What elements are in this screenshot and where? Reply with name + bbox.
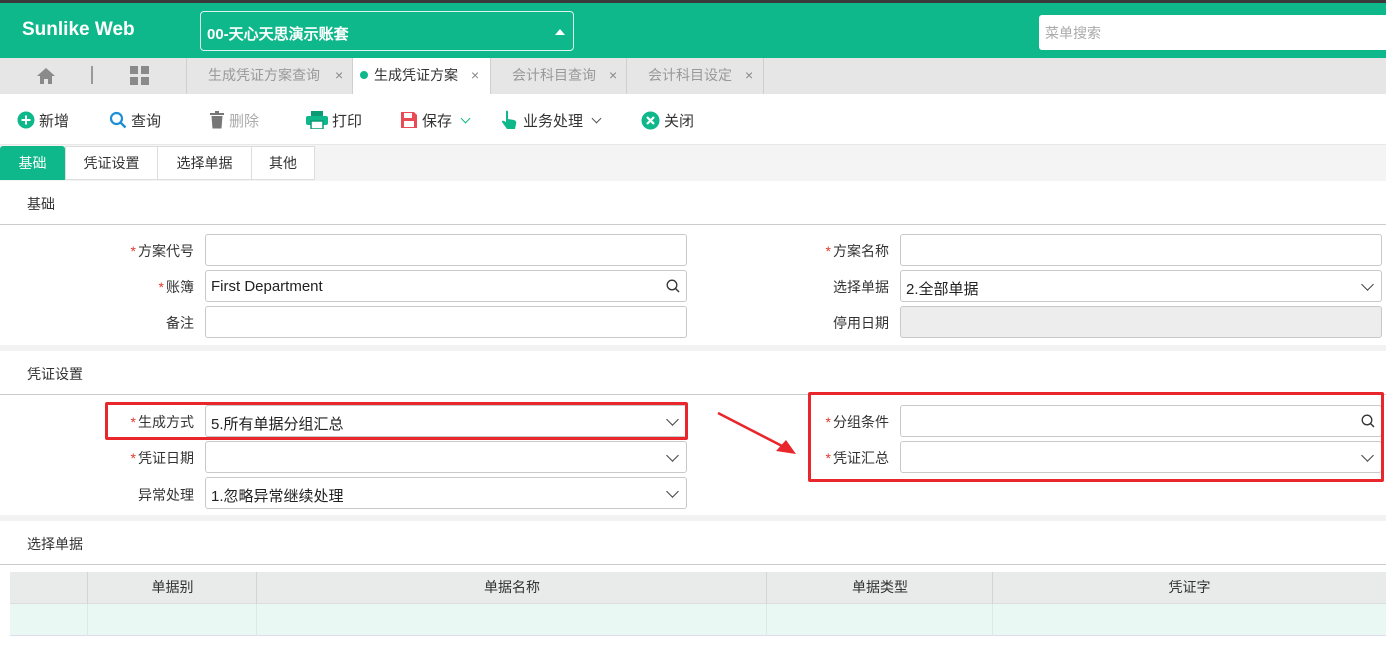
brand-logo: Sunlike Web — [22, 19, 135, 40]
tab-label: 会计科目查询 — [512, 67, 596, 83]
remark-label: 备注 — [166, 315, 194, 331]
scheme-name-label: * 方案名称 — [825, 243, 889, 259]
table-cell[interactable] — [256, 604, 767, 636]
table-row[interactable] — [10, 604, 1386, 636]
query-button-label: 查询 — [131, 112, 162, 130]
add-button[interactable]: 新增 — [17, 109, 69, 131]
home-icon[interactable] — [36, 67, 56, 85]
trash-icon — [210, 111, 224, 129]
printer-icon — [306, 111, 328, 129]
remark-input[interactable] — [205, 306, 687, 338]
disable-date-label: 停用日期 — [833, 315, 889, 331]
chevron-down-icon — [1361, 278, 1374, 291]
delete-button-label: 删除 — [229, 112, 260, 130]
section-header-documents: 选择单据 — [0, 521, 1386, 565]
divider — [91, 66, 93, 84]
tab-scheme-query[interactable]: 生成凭证方案查询 × — [186, 58, 352, 94]
section-tab-basic[interactable]: 基础 — [0, 146, 65, 180]
top-bar: Sunlike Web 00-天心天思演示账套 — [0, 0, 1386, 58]
section-header-voucher: 凭证设置 — [0, 351, 1386, 395]
floppy-disk-icon — [401, 112, 417, 128]
table-header: 单据别 单据名称 单据类型 凭证字 — [10, 572, 1386, 604]
tab-account-setting[interactable]: 会计科目设定 × — [626, 58, 764, 94]
scheme-name-input[interactable] — [900, 234, 1382, 266]
exception-select[interactable]: 1.忽略异常继续处理 — [205, 477, 687, 509]
toolbar: 新增 查询 删除 打印 保存 业务处理 关闭 — [0, 94, 1386, 145]
search-icon[interactable] — [666, 279, 680, 293]
print-button[interactable]: 打印 — [306, 109, 362, 131]
tab-label: 生成凭证方案 — [374, 67, 458, 83]
tab-account-query[interactable]: 会计科目查询 × — [490, 58, 626, 94]
scheme-code-label: * 方案代号 — [130, 243, 194, 259]
highlight-box — [105, 402, 688, 440]
add-button-label: 新增 — [39, 112, 70, 130]
section-title: 凭证设置 — [27, 366, 83, 382]
table-cell[interactable] — [766, 604, 993, 636]
close-button-label: 关闭 — [664, 112, 695, 130]
ledger-label: * 账簿 — [158, 279, 194, 295]
business-process-label: 业务处理 — [523, 112, 584, 130]
column-header-doc-name[interactable]: 单据名称 — [256, 572, 767, 604]
chevron-down-icon — [666, 449, 679, 462]
table-cell[interactable] — [87, 604, 257, 636]
close-icon[interactable]: × — [471, 58, 479, 92]
section-tab-other[interactable]: 其他 — [251, 146, 315, 180]
tab-strip: 生成凭证方案查询 × 生成凭证方案 × 会计科目查询 × 会计科目设定 × — [0, 58, 1386, 94]
arrow-annotation-icon — [717, 411, 796, 454]
hand-pointer-icon — [502, 110, 517, 129]
section-tabs: 基础 凭证设置 选择单据 其他 — [0, 145, 1386, 181]
section-tab-voucher[interactable]: 凭证设置 — [65, 146, 158, 180]
chevron-down-icon[interactable] — [591, 113, 602, 123]
grid-menu-icon[interactable] — [130, 66, 150, 86]
column-header-doc-type-code[interactable]: 单据别 — [87, 572, 257, 604]
highlight-box — [808, 392, 1384, 482]
caret-up-icon — [555, 29, 565, 35]
table-cell[interactable] — [992, 604, 1386, 636]
scheme-code-input[interactable] — [205, 234, 687, 266]
save-button-label: 保存 — [422, 112, 453, 130]
exception-label: 异常处理 — [138, 487, 194, 503]
tab-label: 生成凭证方案查询 — [208, 67, 320, 83]
close-icon[interactable]: × — [335, 58, 343, 92]
account-select[interactable]: 00-天心天思演示账套 — [200, 11, 574, 51]
chevron-down-icon[interactable] — [460, 113, 471, 123]
plus-circle-icon — [17, 111, 35, 129]
voucher-date-label: * 凭证日期 — [130, 450, 194, 466]
select-doc-label: 选择单据 — [833, 279, 889, 295]
menu-search-input[interactable] — [1039, 15, 1386, 50]
tab-label: 会计科目设定 — [648, 67, 732, 83]
query-button[interactable]: 查询 — [109, 109, 161, 131]
close-icon[interactable]: × — [609, 58, 617, 92]
print-button-label: 打印 — [332, 112, 363, 130]
section-title: 选择单据 — [27, 536, 83, 552]
column-header-index — [10, 572, 88, 604]
select-doc-select[interactable]: 2.全部单据 — [900, 270, 1382, 302]
column-header-voucher-word[interactable]: 凭证字 — [992, 572, 1386, 604]
close-circle-icon — [641, 111, 660, 129]
close-icon[interactable]: × — [745, 58, 753, 92]
column-header-doc-category[interactable]: 单据类型 — [766, 572, 993, 604]
voucher-date-select[interactable] — [205, 441, 687, 473]
section-header-basic: 基础 — [0, 181, 1386, 225]
account-select-value: 00-天心天思演示账套 — [207, 26, 349, 43]
ledger-input[interactable]: First Department — [205, 270, 687, 302]
delete-button[interactable]: 删除 — [209, 109, 259, 131]
disable-date-input — [900, 306, 1382, 338]
search-icon — [109, 111, 127, 129]
section-tab-documents[interactable]: 选择单据 — [157, 146, 252, 180]
business-process-button[interactable]: 业务处理 — [501, 109, 602, 131]
active-dot-icon — [360, 71, 368, 79]
save-button[interactable]: 保存 — [400, 109, 471, 131]
tab-scheme[interactable]: 生成凭证方案 × — [352, 58, 490, 94]
close-button[interactable]: 关闭 — [641, 109, 694, 131]
section-title: 基础 — [27, 196, 55, 212]
chevron-down-icon — [666, 485, 679, 498]
